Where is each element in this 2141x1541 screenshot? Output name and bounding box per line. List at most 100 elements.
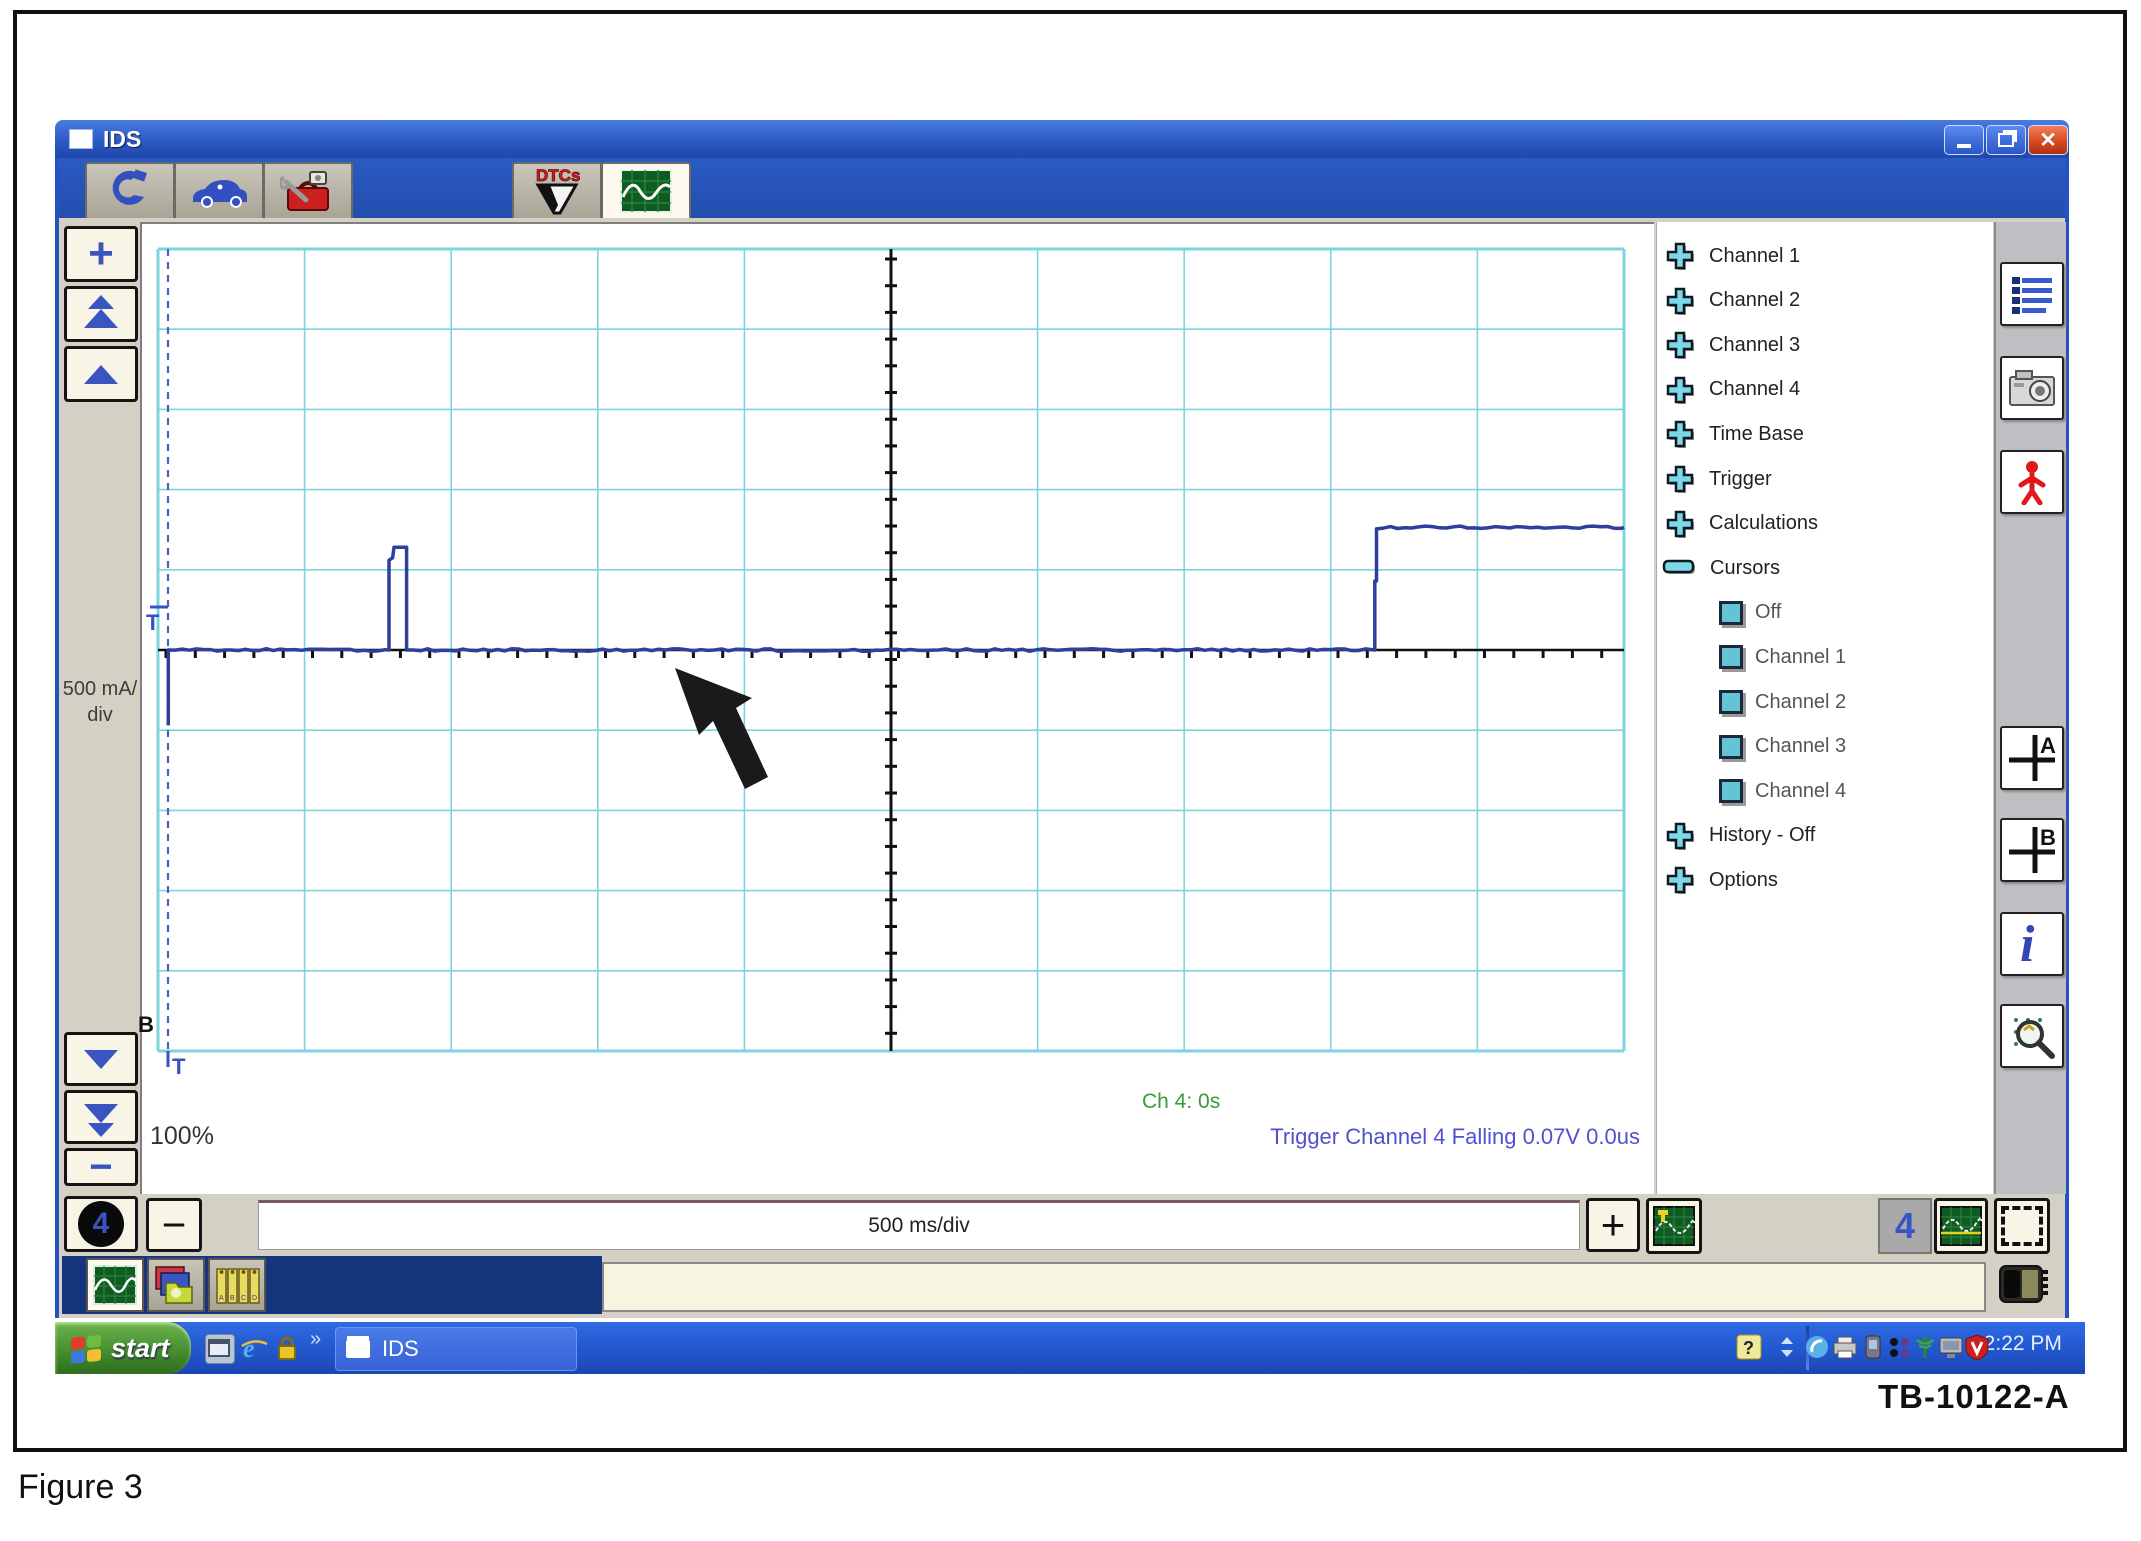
sidebar-item-channel-4[interactable]: Channel 4 [1657, 771, 1993, 811]
sidebar-item-label: Channel 3 [1709, 334, 1800, 357]
task-label: IDS [382, 1336, 419, 1362]
windows-flag-icon [69, 1332, 103, 1364]
channel-screen-button[interactable] [1934, 1198, 1988, 1254]
trigger-screen-button[interactable] [1646, 1198, 1702, 1254]
show-hidden-icon[interactable] [1774, 1334, 1800, 1360]
close-icon: ✕ [2039, 130, 2057, 151]
sidebar-item-label: Calculations [1709, 512, 1818, 535]
sidebar-item-history-off[interactable]: History - Off [1657, 816, 1993, 856]
sidebar-item-label: Off [1755, 601, 1781, 624]
sidebar-item-time-base[interactable]: Time Base [1657, 414, 1993, 454]
manuals-icon: ABCD [213, 1263, 261, 1307]
sidebar-item-channel-4[interactable]: Channel 4 [1657, 370, 1993, 410]
sidebar-item-channel-1[interactable]: Channel 1 [1657, 637, 1993, 677]
close-button[interactable]: ✕ [2028, 125, 2068, 155]
sidebar-item-channel-2[interactable]: Channel 2 [1657, 281, 1993, 321]
process-dots-icon[interactable] [1886, 1334, 1912, 1360]
wireless-icon[interactable] [1912, 1334, 1938, 1360]
minimize-button[interactable] [1944, 125, 1984, 155]
svg-text:?: ? [1743, 1338, 1754, 1358]
tech-bulletin-reference: TB-10122-A [1878, 1378, 2070, 1416]
channel-list-button[interactable] [2000, 262, 2064, 326]
sidebar-item-trigger[interactable]: Trigger [1657, 459, 1993, 499]
amplitude-zoom-in-button[interactable]: + [64, 226, 138, 282]
annotation-pointer-arrow [660, 655, 800, 805]
snapshot-button[interactable] [2000, 356, 2064, 420]
plus-expander-icon [1663, 507, 1697, 541]
restore-button[interactable] [1986, 125, 2026, 155]
timebase-zoom-out-button[interactable]: − [146, 1198, 202, 1252]
sidebar-item-off[interactable]: Off [1657, 593, 1993, 633]
titlebar: IDS [55, 120, 2069, 158]
restore-icon [1998, 133, 2014, 147]
sidebar-item-cursors[interactable]: Cursors [1657, 548, 1993, 588]
svg-text:D: D [252, 1295, 257, 1302]
up-arrow-icon [84, 309, 118, 328]
bottom-tab-sessions[interactable] [147, 1258, 205, 1312]
move-trace-up-button[interactable] [64, 346, 138, 402]
amplitude-zoom-out-button[interactable]: − [64, 1148, 138, 1186]
plus-expander-icon [1663, 863, 1697, 897]
handheld-icon[interactable] [1860, 1334, 1886, 1360]
option-square-icon [1719, 779, 1743, 803]
svg-text:DTCs: DTCs [536, 166, 580, 185]
scope-screen-icon [1939, 1205, 1983, 1247]
trigger-time-marker[interactable]: T [172, 1054, 185, 1080]
app-window-icon [69, 129, 93, 149]
display-icon[interactable] [1938, 1334, 1964, 1360]
move-trace-down-fast-button[interactable] [64, 1090, 138, 1144]
double-down-arrow-icon [84, 1104, 118, 1123]
start-button[interactable]: start [55, 1322, 191, 1374]
info-button[interactable]: i [2000, 912, 2064, 976]
help-icon[interactable]: ? [1736, 1334, 1762, 1360]
snapshot-camera-icon [2008, 367, 2056, 409]
bottom-tab-oscilloscope[interactable] [86, 1258, 144, 1312]
move-trace-down-button[interactable] [64, 1032, 138, 1086]
sidebar-item-label: Channel 4 [1755, 780, 1846, 803]
sidebar-item-channel-1[interactable]: Channel 1 [1657, 236, 1993, 276]
tab-dtc[interactable]: DTCs [512, 162, 602, 218]
tab-toolbox[interactable] [263, 162, 353, 218]
media-icon[interactable] [1804, 1334, 1830, 1360]
taskbar-task-ids[interactable]: IDS [335, 1327, 577, 1371]
sidebar-item-options[interactable]: Options [1657, 860, 1993, 900]
move-trace-up-fast-button[interactable] [64, 286, 138, 342]
sidebar-item-label: Channel 2 [1709, 289, 1800, 312]
figure-caption: Figure 3 [18, 1468, 143, 1507]
dashed-frame-icon [2001, 1206, 2043, 1246]
driver-access-button[interactable] [2000, 450, 2064, 514]
trigger-level-marker[interactable]: T [146, 610, 159, 636]
driver-person-icon [2012, 459, 2052, 505]
quick-launch-browser-icon[interactable]: e [240, 1334, 268, 1362]
minus-expander-icon [1662, 559, 1698, 577]
bottom-tab-manuals[interactable]: ABCD [208, 1258, 266, 1312]
sidebar-item-calculations[interactable]: Calculations [1657, 504, 1993, 544]
active-channel-indicator[interactable]: 4 [1878, 1198, 1932, 1254]
tab-oscilloscope[interactable] [601, 162, 691, 218]
quick-launch-overflow[interactable]: » [310, 1328, 321, 1351]
cursor-a-button[interactable]: A [2000, 726, 2064, 790]
full-screen-button[interactable] [1994, 1198, 2050, 1254]
sidebar-item-channel-3[interactable]: Channel 3 [1657, 325, 1993, 365]
plus-expander-icon [1663, 328, 1697, 362]
cursor-b-button[interactable]: B [2000, 818, 2064, 882]
channel-list-icon [2009, 272, 2055, 316]
quick-launch-security-icon[interactable] [274, 1334, 302, 1362]
plus-icon: + [1601, 1201, 1626, 1249]
zoom-tool-button[interactable] [2000, 1004, 2064, 1068]
channel-4-button[interactable]: 4 [64, 1196, 138, 1252]
antivirus-shield-icon[interactable] [1964, 1334, 1990, 1360]
sidebar-item-channel-3[interactable]: Channel 3 [1657, 727, 1993, 767]
zoom-percent-label: 100% [150, 1122, 214, 1151]
sidebar-item-channel-2[interactable]: Channel 2 [1657, 682, 1993, 722]
tab-back[interactable] [85, 162, 175, 218]
timebase-scale-bar[interactable]: 500 ms/div [258, 1200, 1580, 1250]
bottom-b-marker: B [138, 1012, 154, 1038]
plus-expander-icon [1663, 462, 1697, 496]
plus-expander-icon [1663, 239, 1697, 273]
timebase-zoom-in-button[interactable]: + [1586, 1198, 1640, 1252]
tab-vehicle[interactable] [174, 162, 264, 218]
printer-icon[interactable] [1832, 1334, 1858, 1360]
oscilloscope-plot[interactable] [158, 249, 1624, 1051]
quick-launch-app-icon[interactable] [205, 1334, 235, 1364]
